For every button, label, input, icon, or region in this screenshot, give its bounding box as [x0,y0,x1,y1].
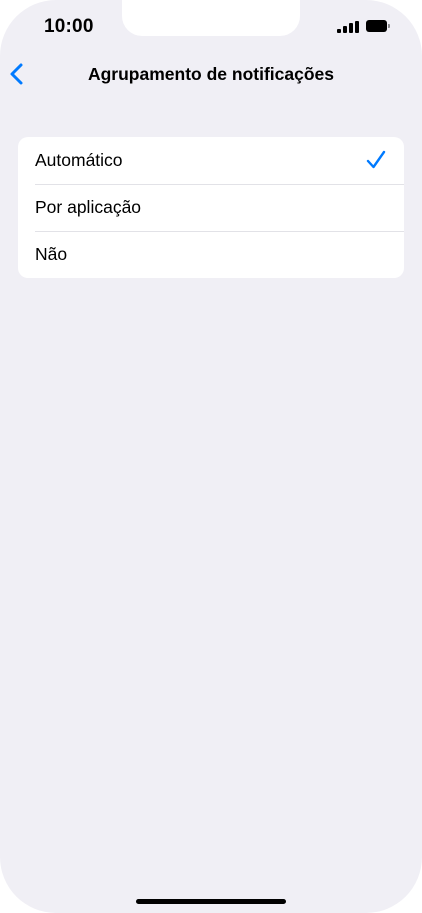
battery-icon [366,20,390,32]
option-automatico[interactable]: Automático [18,137,404,184]
option-label: Não [35,244,68,264]
option-label: Por aplicação [35,197,142,217]
options-group: Automático Por aplicação Não [18,137,404,278]
status-time: 10:00 [44,16,94,37]
cellular-signal-icon [337,21,359,33]
option-label: Automático [35,150,123,170]
phone-screen: 10:00 Agrupamento de notificações Automá… [0,0,422,913]
notch [122,0,300,36]
option-por-aplicacao[interactable]: Por aplicação [18,184,404,231]
home-indicator[interactable] [136,899,286,904]
option-nao[interactable]: Não [18,231,404,278]
checkmark-icon [366,150,386,169]
page-title: Agrupamento de notificações [87,64,334,84]
